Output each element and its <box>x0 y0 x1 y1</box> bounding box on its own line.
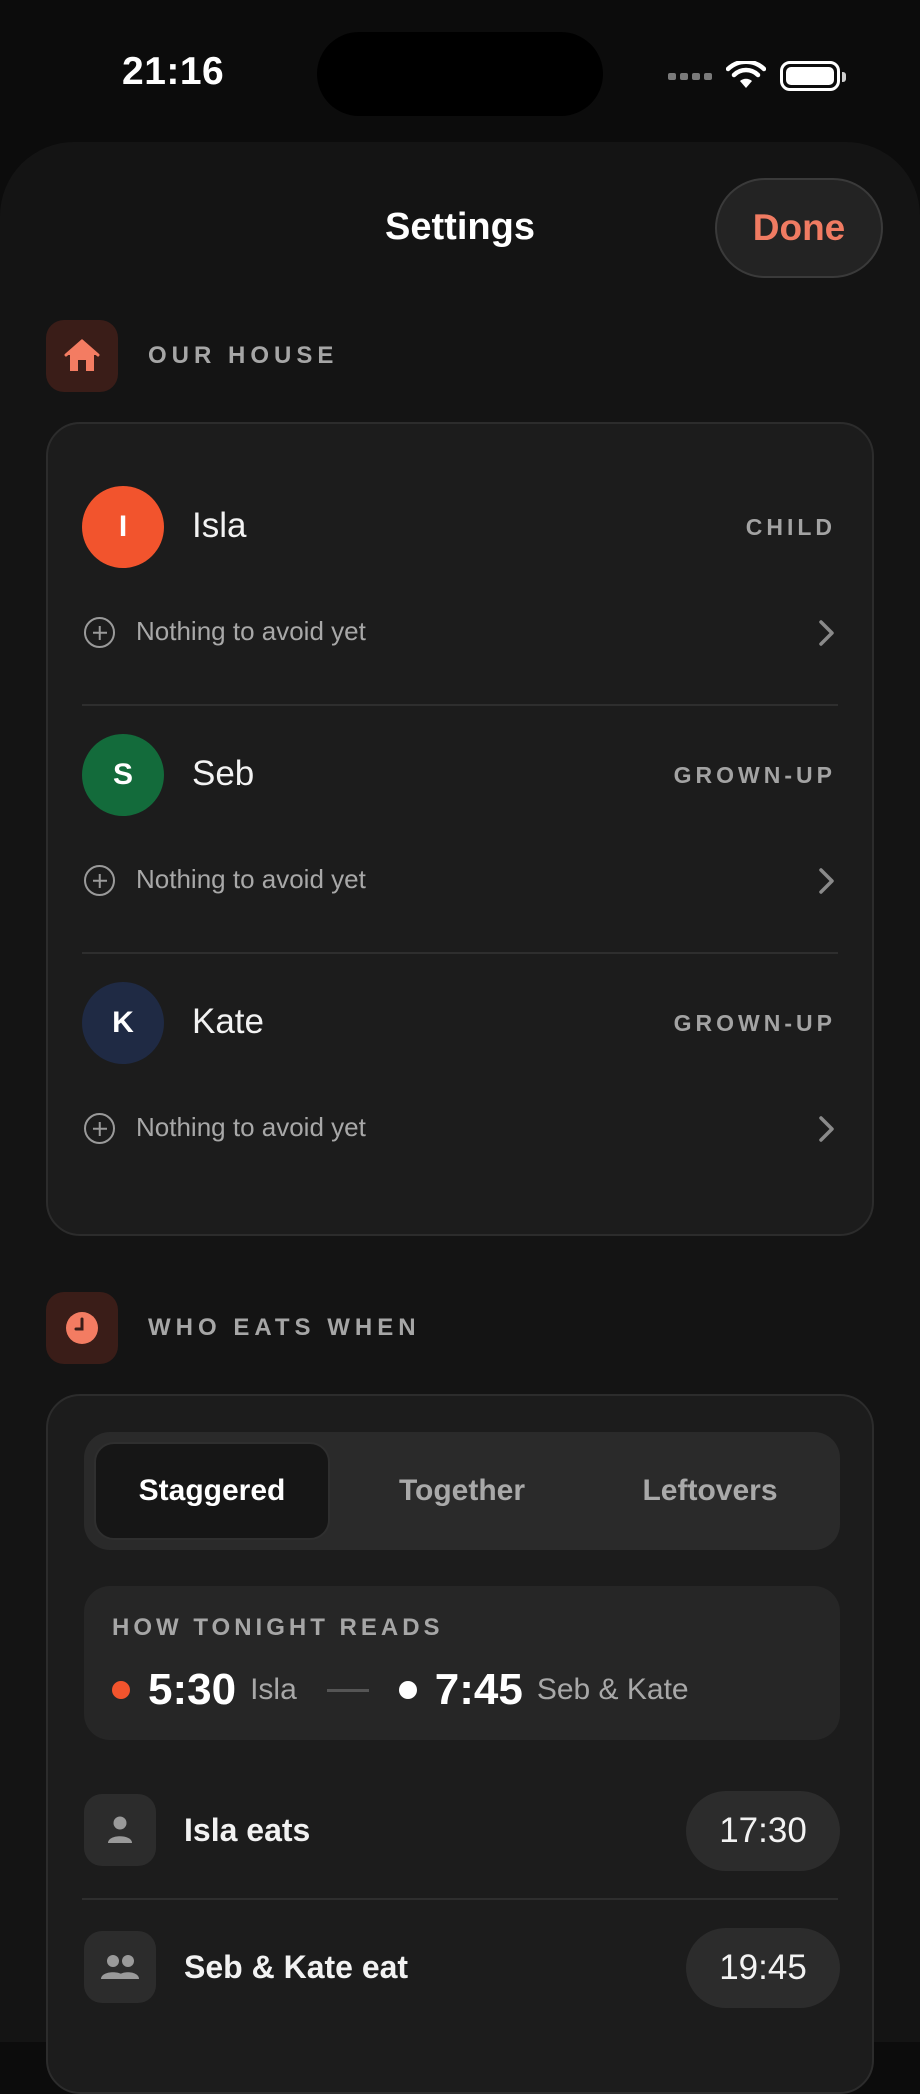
avoid-text: Nothing to avoid yet <box>136 1112 366 1142</box>
first-time: 5:30 <box>148 1665 237 1714</box>
plus-circle-icon <box>84 865 115 896</box>
member-role: GROWN-UP <box>673 1010 836 1036</box>
summary-label: HOW TONIGHT READS <box>112 1614 444 1641</box>
summary-line: 5:30 Isla 7:45 Seb & Kate <box>112 1660 689 1720</box>
avatar: K <box>82 982 164 1064</box>
status-time: 21:16 <box>122 50 225 93</box>
time-picker[interactable]: 17:30 <box>686 1791 840 1871</box>
person-icon <box>84 1794 156 1866</box>
member-name: Isla <box>192 506 247 545</box>
chevron-right-icon <box>819 868 834 894</box>
child-dot <box>112 1681 130 1699</box>
second-time: 7:45 <box>434 1665 523 1714</box>
chevron-right-icon <box>819 1116 834 1142</box>
avoid-row[interactable]: Nothing to avoid yet <box>82 862 838 902</box>
divider <box>82 704 838 706</box>
avoid-text: Nothing to avoid yet <box>136 864 366 894</box>
people-icon <box>84 1931 156 2003</box>
segment-leftovers[interactable]: Leftovers <box>592 1442 828 1540</box>
avoid-row[interactable]: Nothing to avoid yet <box>82 1110 838 1150</box>
house-icon <box>46 320 118 392</box>
member-role: GROWN-UP <box>673 762 836 788</box>
status-bar: 21:16 <box>0 0 920 140</box>
wifi-icon <box>726 61 766 88</box>
done-button[interactable]: Done <box>715 178 883 278</box>
member-name: Seb <box>192 754 255 793</box>
clock-icon <box>46 1292 118 1364</box>
time-picker[interactable]: 19:45 <box>686 1928 840 2008</box>
dynamic-island <box>317 32 603 116</box>
meal-timing-card: Staggered Together Leftovers HOW TONIGHT… <box>46 1394 874 2094</box>
grownup-dot <box>398 1681 417 1699</box>
meal-mode-segmented-control: Staggered Together Leftovers <box>84 1432 840 1550</box>
member-role: CHILD <box>745 514 836 540</box>
meal-row-seb-kate: Seb & Kate eat 19:45 <box>84 1928 840 2008</box>
chevron-right-icon <box>819 620 834 646</box>
plus-circle-icon <box>84 617 115 648</box>
member-name: Kate <box>192 1002 264 1041</box>
meal-row-isla: Isla eats 17:30 <box>84 1791 840 1871</box>
first-who: Isla <box>250 1673 297 1706</box>
second-who: Seb & Kate <box>536 1673 689 1706</box>
segment-together[interactable]: Together <box>344 1442 580 1540</box>
avoid-text: Nothing to avoid yet <box>136 616 366 646</box>
plus-circle-icon <box>84 1113 115 1144</box>
who-eats-when-header: WHO EATS WHEN <box>46 1292 421 1364</box>
tonight-summary: HOW TONIGHT READS 5:30 Isla 7:45 Seb & K… <box>84 1586 840 1740</box>
divider <box>82 1898 838 1900</box>
meal-label: Seb & Kate eat <box>184 1949 409 1985</box>
avoid-row[interactable]: Nothing to avoid yet <box>82 614 838 654</box>
dash-separator <box>326 1688 369 1692</box>
battery-icon <box>780 61 846 91</box>
avatar: S <box>82 734 164 816</box>
signal-icon <box>668 72 712 80</box>
household-card: I Isla CHILD Nothing to avoid yet S Seb … <box>46 422 874 1236</box>
meal-label: Isla eats <box>184 1812 311 1848</box>
our-house-header: OUR HOUSE <box>46 320 338 392</box>
status-icons <box>668 56 846 96</box>
segment-staggered[interactable]: Staggered <box>94 1442 330 1540</box>
divider <box>82 952 838 954</box>
section-label: OUR HOUSE <box>148 342 339 369</box>
avatar: I <box>82 486 164 568</box>
section-label: WHO EATS WHEN <box>148 1314 421 1341</box>
